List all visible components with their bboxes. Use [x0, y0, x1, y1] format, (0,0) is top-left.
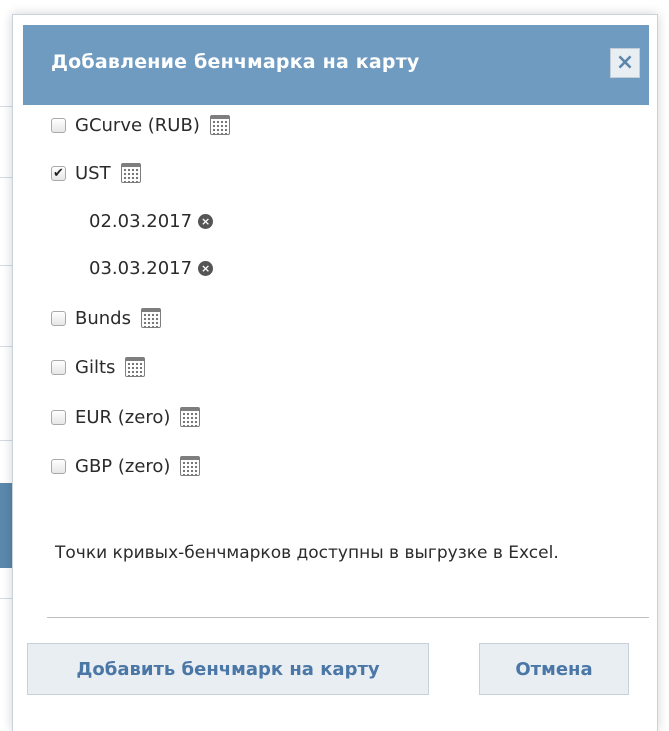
benchmark-item-bunds: Bunds [51, 304, 161, 332]
benchmark-item-ust: ✔ UST [51, 159, 141, 187]
benchmark-label: EUR (zero) [75, 406, 171, 428]
calendar-icon[interactable] [140, 308, 161, 328]
calendar-icon[interactable] [180, 407, 201, 427]
checkbox-ust[interactable]: ✔ [51, 165, 66, 181]
calendar-icon[interactable] [209, 115, 230, 135]
benchmark-label: UST [75, 162, 111, 184]
benchmark-label: Bunds [75, 307, 131, 329]
add-benchmark-button[interactable]: Добавить бенчмарк на карту [27, 643, 429, 695]
calendar-icon[interactable] [180, 456, 201, 476]
excel-export-note: Точки кривых-бенчмарков доступны в выгру… [55, 543, 559, 563]
selected-date: 02.03.2017 [89, 210, 193, 232]
dialog-header: Добавление бенчмарка на карту × [23, 25, 649, 105]
checkbox-gbp-zero[interactable] [51, 458, 66, 474]
benchmark-label: GBP (zero) [75, 455, 171, 477]
benchmark-item-gcurve: GCurve (RUB) [51, 111, 230, 139]
checkbox-bunds[interactable] [51, 310, 66, 326]
add-benchmark-dialog: Добавление бенчмарка на карту × GCurve (… [12, 14, 658, 731]
checkbox-eur-zero[interactable] [51, 409, 66, 425]
selected-date-item: 02.03.2017 × [89, 208, 214, 234]
calendar-icon[interactable] [120, 163, 141, 183]
selected-date: 03.03.2017 [89, 257, 193, 279]
selected-date-item: 03.03.2017 × [89, 255, 214, 281]
benchmark-item-gbp-zero: GBP (zero) [51, 452, 201, 480]
close-button[interactable]: × [610, 48, 640, 78]
benchmark-item-gilts: Gilts [51, 353, 146, 381]
cancel-button[interactable]: Отмена [479, 643, 629, 695]
divider [47, 617, 649, 618]
checkbox-gilts[interactable] [51, 359, 66, 375]
benchmark-item-eur-zero: EUR (zero) [51, 403, 201, 431]
calendar-icon[interactable] [125, 357, 146, 377]
remove-date-icon[interactable]: × [198, 213, 214, 229]
benchmark-label: GCurve (RUB) [75, 114, 200, 136]
benchmark-label: Gilts [75, 356, 116, 378]
checkbox-gcurve[interactable] [51, 117, 66, 133]
dialog-title: Добавление бенчмарка на карту [51, 51, 420, 73]
remove-date-icon[interactable]: × [198, 260, 214, 276]
